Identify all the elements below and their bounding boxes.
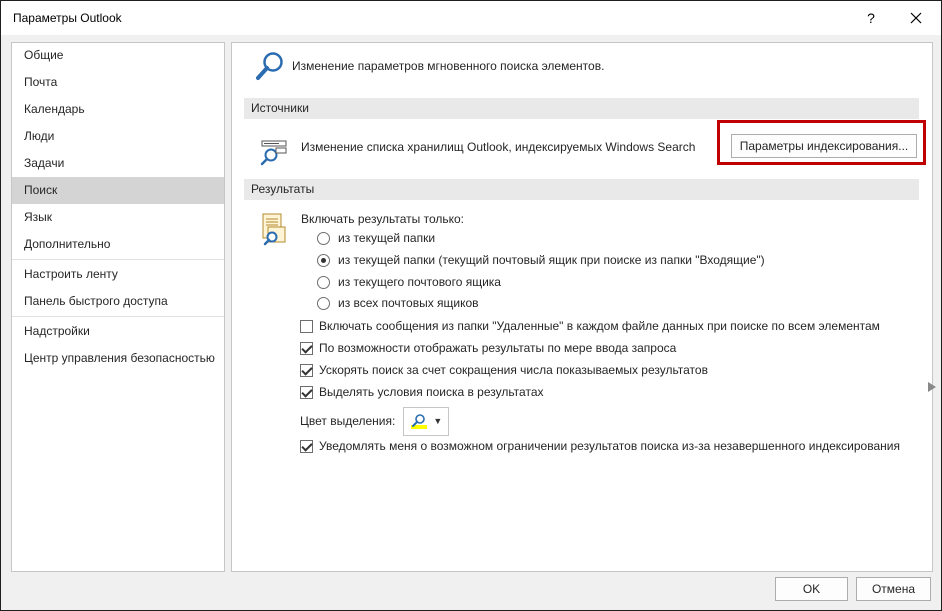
intro-text: Изменение параметров мгновенного поиска … <box>292 59 605 73</box>
checkbox[interactable] <box>300 363 313 377</box>
sidebar-item-quick-access-toolbar[interactable]: Панель быстрого доступа <box>12 288 224 315</box>
indexing-options-button[interactable]: Параметры индексирования... <box>731 134 917 158</box>
checkbox[interactable] <box>300 341 313 355</box>
sidebar-item-addins[interactable]: Надстройки <box>12 318 224 345</box>
results-section-header: Результаты <box>244 179 919 200</box>
highlight-color-row: Цвет выделения: ▼ <box>300 406 450 436</box>
checkbox-label: Ускорять поиск за счет сокращения числа … <box>319 363 708 377</box>
checkbox-show-as-you-type[interactable]: По возможности отображать результаты по … <box>300 339 676 357</box>
help-button[interactable]: ? <box>849 1 893 35</box>
radio-current-folder-inbox[interactable]: из текущей папки (текущий почтовый ящик … <box>317 251 765 269</box>
highlight-color-dropdown[interactable]: ▼ <box>403 406 450 436</box>
sidebar-item-customize-ribbon[interactable]: Настроить ленту <box>12 261 224 288</box>
radio-all-mailboxes[interactable]: из всех почтовых ящиков <box>317 294 479 312</box>
sidebar-item-tasks[interactable]: Задачи <box>12 150 224 177</box>
search-drive-icon <box>260 140 287 166</box>
sidebar-item-advanced[interactable]: Дополнительно <box>12 231 224 258</box>
include-results-label: Включать результаты только: <box>301 212 465 226</box>
radio-button[interactable] <box>317 231 330 245</box>
close-icon <box>910 12 922 24</box>
sidebar-item-general[interactable]: Общие <box>12 42 224 69</box>
checkbox-include-deleted[interactable]: Включать сообщения из папки "Удаленные" … <box>300 317 880 335</box>
checkbox-label: Уведомлять меня о возможном ограничении … <box>319 439 900 453</box>
window-title: Параметры Outlook <box>13 11 122 25</box>
sidebar-item-language[interactable]: Язык <box>12 204 224 231</box>
radio-label: из текущей папки <box>338 231 436 245</box>
radio-button[interactable] <box>317 253 330 267</box>
search-magnifier-icon <box>256 52 283 80</box>
sidebar-divider <box>12 259 224 260</box>
search-options-panel: Изменение параметров мгновенного поиска … <box>231 42 933 572</box>
radio-button[interactable] <box>317 296 330 310</box>
cancel-button[interactable]: Отмена <box>856 577 931 601</box>
close-button[interactable] <box>894 1 938 35</box>
checkbox[interactable] <box>300 319 313 333</box>
checkbox[interactable] <box>300 385 313 399</box>
checkbox-label: Выделять условия поиска в результатах <box>319 385 544 399</box>
sources-section-header: Источники <box>244 98 919 119</box>
sidebar-item-mail[interactable]: Почта <box>12 69 224 96</box>
highlight-color-label: Цвет выделения: <box>300 414 396 428</box>
scroll-indicator-icon <box>928 382 936 392</box>
radio-label: из всех почтовых ящиков <box>338 296 479 310</box>
sources-description: Изменение списка хранилищ Outlook, индек… <box>301 140 696 154</box>
sidebar-item-people[interactable]: Люди <box>12 123 224 150</box>
outlook-options-dialog: Параметры Outlook ? Общие Почта Календар… <box>0 0 942 611</box>
search-document-icon <box>262 213 286 246</box>
chevron-down-icon: ▼ <box>433 416 443 426</box>
checkbox-notify-incomplete-indexing[interactable]: Уведомлять меня о возможном ограничении … <box>300 437 900 455</box>
radio-current-folder[interactable]: из текущей папки <box>317 229 435 247</box>
radio-current-mailbox[interactable]: из текущего почтового ящика <box>317 273 501 291</box>
checkbox-label: Включать сообщения из папки "Удаленные" … <box>319 319 880 333</box>
category-sidebar: Общие Почта Календарь Люди Задачи Поиск … <box>11 42 225 572</box>
radio-button[interactable] <box>317 275 330 289</box>
checkbox[interactable] <box>300 439 313 453</box>
ok-button[interactable]: OK <box>775 577 848 601</box>
radio-label: из текущего почтового ящика <box>338 275 501 289</box>
radio-label: из текущей папки (текущий почтовый ящик … <box>338 253 765 267</box>
sidebar-item-search[interactable]: Поиск <box>12 177 224 204</box>
checkbox-highlight-terms[interactable]: Выделять условия поиска в результатах <box>300 383 544 401</box>
question-mark-icon: ? <box>867 10 875 26</box>
sidebar-item-trust-center[interactable]: Центр управления безопасностью <box>12 345 224 372</box>
highlight-pen-icon <box>411 414 428 429</box>
sidebar-item-calendar[interactable]: Календарь <box>12 96 224 123</box>
title-bar: Параметры Outlook ? <box>1 1 941 35</box>
checkbox-limit-results[interactable]: Ускорять поиск за счет сокращения числа … <box>300 361 708 379</box>
checkbox-label: По возможности отображать результаты по … <box>319 341 677 355</box>
sidebar-divider <box>12 316 224 317</box>
